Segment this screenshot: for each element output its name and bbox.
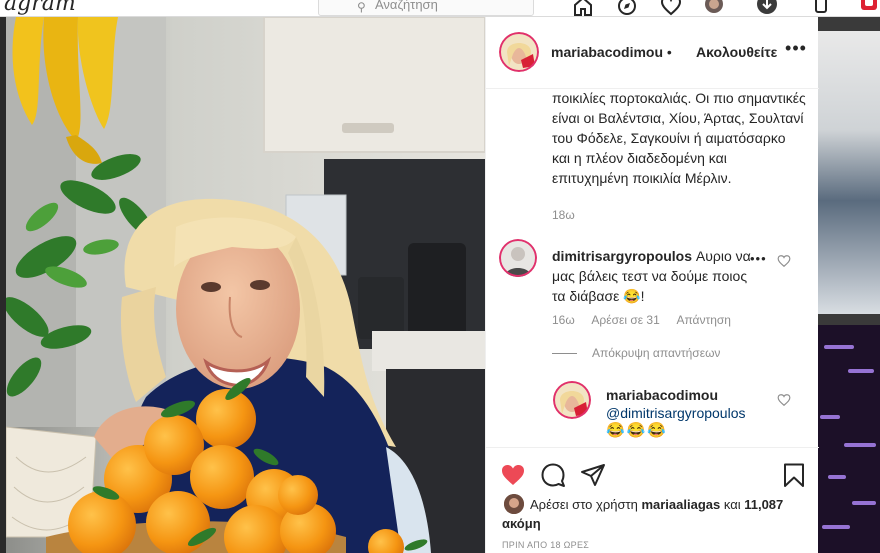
reply-author-username-link[interactable]: mariabacodimou [606, 387, 718, 403]
more-options-icon[interactable]: ••• [785, 39, 807, 61]
comment-body: dimitrisargyropoulos Αυριο να μας βάλεις… [552, 246, 752, 306]
comment-meta: 16ω Αρέσει σε 31 Απάντηση [552, 313, 745, 327]
profile-avatar-icon[interactable] [703, 0, 725, 16]
comment-likes-link[interactable]: Αρέσει σε 31 [591, 313, 659, 327]
share-icon[interactable] [580, 462, 606, 488]
commenter-avatar[interactable] [499, 239, 537, 277]
separator-dot: • [666, 44, 672, 60]
explore-icon[interactable] [616, 0, 638, 16]
activity-heart-icon[interactable] [660, 0, 682, 16]
search-placeholder: Αναζήτηση [375, 0, 438, 12]
liker-username-link[interactable]: mariaaliagas [641, 497, 720, 512]
post-caption: ποικιλίες πορτοκαλιάς. Οι πιο σημαντικές… [552, 90, 806, 186]
download-icon[interactable] [756, 0, 778, 16]
likes-prefix: Αρέσει στο χρήστη [530, 497, 642, 512]
author-avatar[interactable] [499, 32, 539, 72]
post-actions: Αρέσει στο χρήστη mariaaliagas και 11,08… [486, 447, 819, 553]
mobile-device-icon[interactable] [810, 0, 832, 16]
post-details-panel: mariabacodimou • Ακολουθείτε ••• ποικιλί… [485, 17, 819, 553]
comment-age: 16ω [552, 313, 575, 327]
replies-divider [552, 353, 577, 354]
extension-icon[interactable] [858, 0, 880, 16]
likes-joiner: και [720, 497, 741, 512]
post-header: mariabacodimou • Ακολουθείτε ••• [486, 17, 819, 89]
search-input[interactable]: ⚲ Αναζήτηση [318, 0, 534, 16]
following-button[interactable]: Ακολουθείτε [696, 44, 777, 60]
post-timestamp[interactable]: ΠΡΙΝ ΑΠΟ 18 ΩΡΕΣ [502, 540, 589, 550]
search-icon: ⚲ [357, 0, 366, 14]
comment-like-heart-icon[interactable] [777, 254, 791, 268]
reply-like-heart-icon[interactable] [777, 393, 791, 407]
author-username-link[interactable]: mariabacodimou • [551, 44, 672, 60]
mention-link[interactable]: @dimitrisargyropoulos [606, 405, 745, 421]
like-heart-icon[interactable] [500, 462, 526, 488]
comment-options-icon[interactable]: ••• [750, 251, 767, 266]
home-icon[interactable] [572, 0, 594, 16]
hide-replies-button[interactable]: Απόκρυψη απαντήσεων [592, 346, 720, 360]
likes-summary[interactable]: Αρέσει στο χρήστη mariaaliagas και 11,08… [502, 495, 802, 533]
commenter-username-link[interactable]: dimitrisargyropoulos [552, 248, 692, 264]
post-photo [6, 17, 485, 553]
comment-icon[interactable] [540, 462, 566, 488]
top-navigation-bar: agram ⚲ Αναζήτηση [0, 0, 880, 17]
post-image [6, 17, 485, 553]
save-bookmark-icon[interactable] [781, 462, 807, 488]
caption-age: 18ω [552, 208, 575, 222]
instagram-logo[interactable]: agram [4, 0, 76, 16]
reply-emojis: 😂😂😂 [606, 422, 669, 439]
background-page-right [818, 17, 880, 553]
reply-author-avatar[interactable] [553, 381, 591, 419]
reply-button[interactable]: Απάντηση [676, 313, 731, 327]
